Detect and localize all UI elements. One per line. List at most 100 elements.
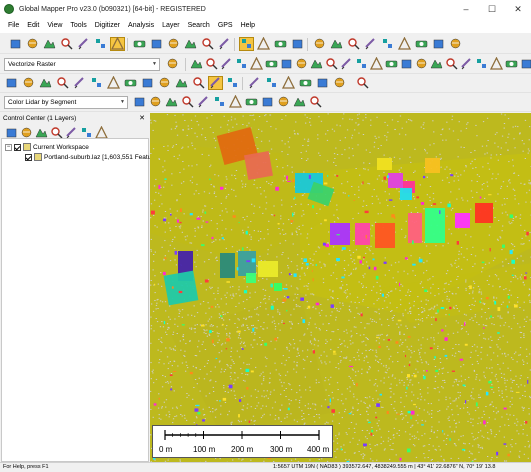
snap-button[interactable] bbox=[324, 57, 339, 71]
digitize-button[interactable] bbox=[239, 37, 254, 51]
control-center-close-button[interactable]: ✕ bbox=[139, 113, 145, 124]
eraser-button[interactable] bbox=[294, 57, 309, 71]
play-button[interactable] bbox=[191, 76, 206, 90]
overlay-button[interactable] bbox=[93, 37, 108, 51]
cloud-button[interactable] bbox=[308, 95, 323, 109]
grid-button[interactable] bbox=[260, 95, 275, 109]
tree-item-workspace[interactable]: − Current Workspace bbox=[5, 143, 89, 151]
pause-button[interactable] bbox=[264, 76, 279, 90]
move-button[interactable] bbox=[504, 57, 519, 71]
stroke-button[interactable] bbox=[264, 57, 279, 71]
forward-button[interactable] bbox=[281, 75, 296, 90]
freehand-button[interactable] bbox=[279, 57, 294, 71]
grid-button[interactable] bbox=[89, 76, 104, 90]
layers-button[interactable] bbox=[110, 36, 125, 51]
nodes-button[interactable] bbox=[519, 57, 531, 71]
classify-button[interactable] bbox=[164, 95, 179, 109]
collapse-icon[interactable]: − bbox=[5, 143, 12, 151]
record-button[interactable] bbox=[225, 76, 240, 90]
circle-button[interactable] bbox=[354, 57, 369, 71]
split-button[interactable] bbox=[414, 57, 429, 71]
menu-edit[interactable]: Edit bbox=[23, 22, 43, 29]
mountain-button[interactable] bbox=[4, 76, 19, 90]
merge-button[interactable] bbox=[429, 57, 444, 71]
close-window-button[interactable]: ✕ bbox=[505, 0, 531, 18]
triangle-button[interactable] bbox=[244, 95, 259, 109]
menu-view[interactable]: View bbox=[43, 22, 66, 29]
stop-button[interactable] bbox=[208, 76, 223, 90]
zoom-in-button[interactable] bbox=[166, 37, 181, 51]
terrain-button[interactable] bbox=[380, 37, 395, 51]
rewind-button[interactable] bbox=[298, 76, 313, 90]
target-button[interactable] bbox=[174, 76, 189, 90]
pin-button[interactable] bbox=[292, 95, 307, 109]
globe-button[interactable] bbox=[25, 37, 40, 51]
hand-button[interactable] bbox=[149, 37, 164, 51]
print-button[interactable] bbox=[76, 37, 91, 51]
vectorize-combo[interactable]: Vectorize Raster ▼ bbox=[4, 58, 160, 71]
cut-button[interactable] bbox=[140, 76, 155, 90]
workspace-checkbox[interactable] bbox=[14, 143, 21, 151]
layer-checkbox[interactable] bbox=[25, 153, 32, 161]
search-button[interactable] bbox=[346, 37, 361, 51]
menu-layer[interactable]: Layer bbox=[158, 22, 184, 29]
move-button[interactable] bbox=[290, 37, 305, 51]
maximize-button[interactable]: ☐ bbox=[479, 0, 505, 18]
open-folder-button[interactable] bbox=[8, 37, 23, 51]
back-button[interactable] bbox=[200, 37, 215, 51]
map-button[interactable] bbox=[414, 37, 429, 51]
cursor-button[interactable] bbox=[339, 57, 354, 71]
menu-file[interactable]: File bbox=[4, 22, 23, 29]
filter-button[interactable] bbox=[123, 76, 138, 90]
shape-button[interactable] bbox=[106, 75, 121, 90]
line-button[interactable] bbox=[219, 57, 234, 71]
water-button[interactable] bbox=[38, 76, 53, 90]
delete-button[interactable] bbox=[273, 37, 288, 51]
noise-button[interactable] bbox=[228, 94, 243, 109]
view-button[interactable] bbox=[397, 36, 412, 51]
reshape-button[interactable] bbox=[384, 57, 399, 71]
chart-button[interactable] bbox=[431, 37, 446, 51]
measure-button[interactable] bbox=[312, 37, 327, 51]
crop-button[interactable] bbox=[444, 57, 459, 71]
color-wheel-button[interactable] bbox=[355, 76, 370, 90]
export-button[interactable] bbox=[448, 37, 463, 51]
attach-button[interactable] bbox=[399, 57, 414, 71]
profile-button[interactable] bbox=[363, 37, 378, 51]
lidar-color-combo[interactable]: Color Lidar by Segment ▼ bbox=[4, 96, 128, 109]
select-points-button[interactable] bbox=[148, 95, 163, 109]
trace-button[interactable] bbox=[309, 57, 324, 71]
refresh-button[interactable] bbox=[157, 76, 172, 90]
zoom-out-button[interactable] bbox=[183, 37, 198, 51]
polyline-button[interactable] bbox=[234, 57, 249, 71]
save-button[interactable] bbox=[59, 37, 74, 51]
open-data-button[interactable] bbox=[42, 37, 57, 51]
home-button[interactable] bbox=[217, 37, 232, 51]
ground-button[interactable] bbox=[180, 95, 195, 109]
pen-button[interactable] bbox=[489, 56, 504, 71]
pan-button[interactable] bbox=[132, 37, 147, 51]
ruler-button[interactable] bbox=[72, 76, 87, 90]
menu-gps[interactable]: GPS bbox=[214, 22, 237, 29]
line-button[interactable] bbox=[55, 76, 70, 90]
menu-analysis[interactable]: Analysis bbox=[124, 22, 158, 29]
minimize-button[interactable]: – bbox=[453, 0, 479, 18]
building-button[interactable] bbox=[196, 95, 211, 109]
pencil-button[interactable] bbox=[189, 57, 204, 71]
loop-button[interactable] bbox=[332, 76, 347, 90]
edit-button[interactable] bbox=[256, 36, 271, 51]
bezier-button[interactable] bbox=[249, 56, 264, 71]
map-view[interactable] bbox=[150, 113, 531, 462]
info-button[interactable] bbox=[329, 37, 344, 51]
measure-button[interactable] bbox=[276, 95, 291, 109]
rotate-button[interactable] bbox=[459, 57, 474, 71]
filter-button[interactable] bbox=[132, 95, 147, 109]
target-button[interactable] bbox=[369, 56, 384, 71]
menu-digitizer[interactable]: Digitizer bbox=[91, 22, 124, 29]
tree-item-layer[interactable]: Portland-suburb.laz [1,603,551 Featu bbox=[25, 153, 151, 161]
sketch-button[interactable] bbox=[474, 57, 489, 71]
star-button[interactable] bbox=[165, 57, 180, 71]
brush-button[interactable] bbox=[204, 57, 219, 71]
step-button[interactable] bbox=[315, 76, 330, 90]
menu-tools[interactable]: Tools bbox=[66, 22, 90, 29]
